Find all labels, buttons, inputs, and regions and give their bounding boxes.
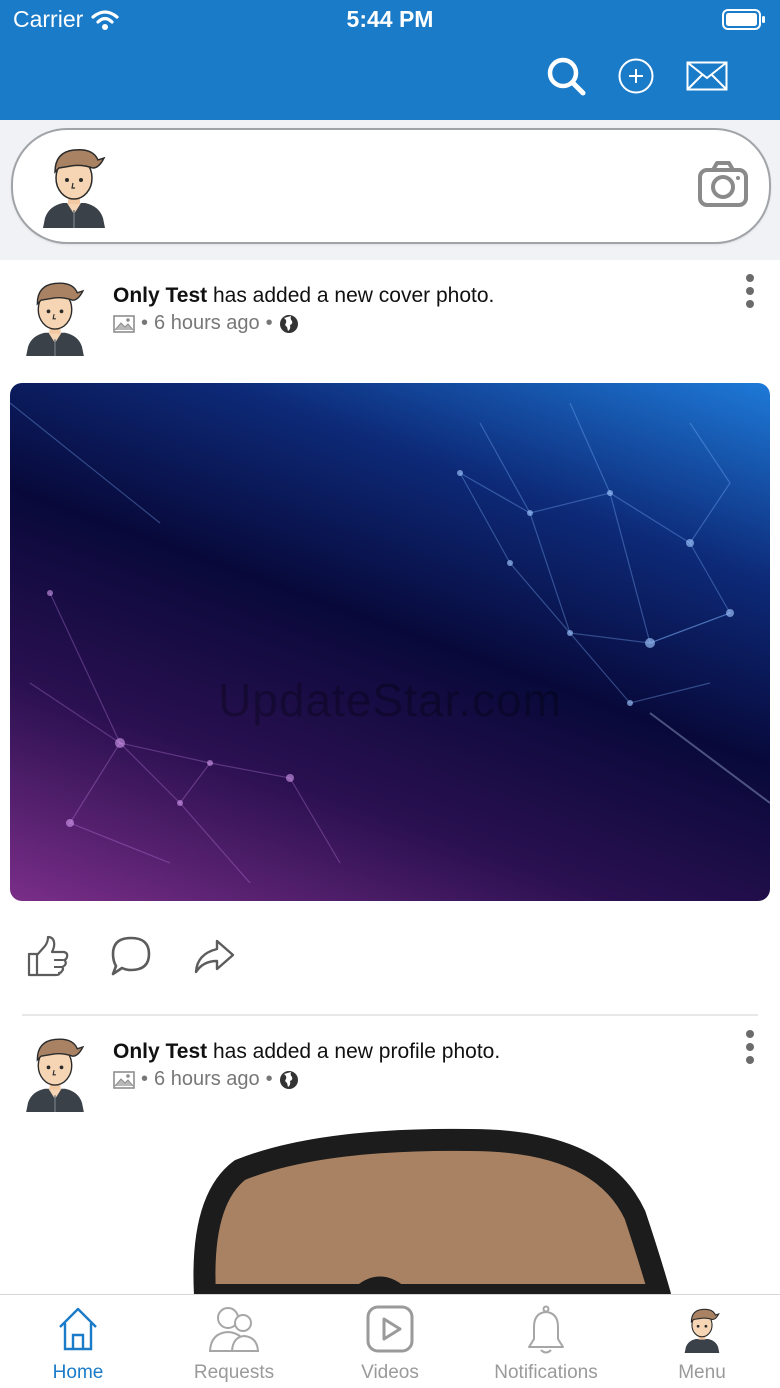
avatar	[684, 1308, 720, 1353]
post-title: Only Test has added a new cover photo.	[113, 284, 494, 308]
tab-videos[interactable]: Videos	[312, 1295, 468, 1388]
post-action: has added a new cover photo.	[207, 284, 495, 307]
bottom-tab-bar: Home Requests Videos Notifications Menu	[0, 1294, 780, 1388]
post-meta: • 6 hours ago •	[113, 1068, 299, 1091]
header-actions	[546, 56, 728, 96]
image-icon	[113, 1070, 135, 1089]
battery-icon	[722, 9, 765, 30]
tab-label: Home	[52, 1362, 104, 1383]
status-bar: Carrier 5:44 PM	[0, 0, 780, 40]
post-meta: • 6 hours ago •	[113, 312, 299, 335]
tab-label: Requests	[193, 1362, 275, 1383]
cover-photo[interactable]: UpdateStar.com	[10, 383, 770, 901]
post-time[interactable]: 6 hours ago	[154, 1068, 260, 1091]
author-avatar[interactable]	[22, 1032, 88, 1112]
search-icon[interactable]	[546, 56, 586, 96]
author-avatar[interactable]	[22, 276, 88, 356]
camera-icon[interactable]	[697, 158, 749, 210]
tab-menu[interactable]: Menu	[624, 1295, 780, 1388]
globe-icon	[279, 1070, 298, 1089]
profile-photo[interactable]	[0, 1120, 780, 1295]
post-options-button[interactable]	[746, 274, 756, 308]
like-icon[interactable]	[26, 934, 70, 978]
video-icon	[366, 1305, 414, 1353]
meta-separator: •	[141, 1068, 149, 1090]
profile-photo-image	[193, 1128, 671, 1295]
image-icon	[113, 314, 135, 333]
network-pattern-image	[10, 402, 770, 884]
friends-icon	[208, 1307, 260, 1352]
share-icon[interactable]	[192, 936, 236, 976]
avatar[interactable]	[41, 142, 107, 228]
add-circle-icon[interactable]	[618, 58, 654, 94]
globe-icon	[279, 314, 298, 333]
post-title: Only Test has added a new profile photo.	[113, 1040, 500, 1064]
image-watermark: UpdateStar.com	[218, 674, 562, 726]
tab-label: Menu	[678, 1362, 726, 1383]
post-reactions	[26, 934, 236, 978]
composer-area	[0, 120, 780, 260]
tab-notifications[interactable]: Notifications	[468, 1295, 624, 1388]
feed-post: Only Test has added a new profile photo.…	[0, 1018, 780, 1118]
home-icon	[59, 1307, 97, 1351]
tab-home[interactable]: Home	[0, 1295, 156, 1388]
comment-icon[interactable]	[110, 935, 152, 977]
tab-requests[interactable]: Requests	[156, 1295, 312, 1388]
author-name[interactable]: Only Test	[113, 284, 207, 307]
post-options-button[interactable]	[746, 1030, 756, 1064]
post-divider	[22, 1014, 758, 1016]
post-time[interactable]: 6 hours ago	[154, 312, 260, 335]
tab-label: Videos	[361, 1362, 419, 1383]
author-name[interactable]: Only Test	[113, 1040, 207, 1063]
post-action: has added a new profile photo.	[207, 1040, 501, 1063]
tab-label: Notifications	[494, 1362, 598, 1383]
top-header: Carrier 5:44 PM	[0, 0, 780, 120]
bell-icon	[528, 1305, 564, 1354]
post-composer[interactable]	[11, 128, 771, 244]
mail-icon[interactable]	[686, 61, 728, 91]
meta-separator: •	[141, 312, 149, 334]
meta-separator: •	[265, 312, 273, 334]
meta-separator: •	[265, 1068, 273, 1090]
status-time: 5:44 PM	[346, 6, 434, 32]
